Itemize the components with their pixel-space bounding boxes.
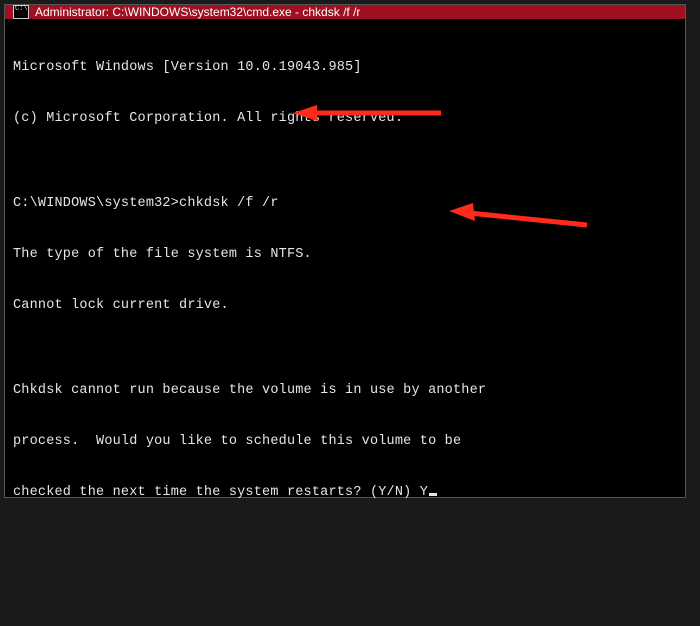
msg-line-3: checked the next time the system restart… — [13, 484, 677, 501]
msg-line-1: Chkdsk cannot run because the volume is … — [13, 382, 677, 399]
msg-line-2: process. Would you like to schedule this… — [13, 433, 677, 450]
copyright-line: (c) Microsoft Corporation. All rights re… — [13, 110, 677, 127]
terminal-area[interactable]: Microsoft Windows [Version 10.0.19043.98… — [5, 19, 685, 626]
prompt-line: C:\WINDOWS\system32>chkdsk /f /r — [13, 195, 677, 212]
fs-type-line: The type of the file system is NTFS. — [13, 246, 677, 263]
version-line: Microsoft Windows [Version 10.0.19043.98… — [13, 59, 677, 76]
lock-line: Cannot lock current drive. — [13, 297, 677, 314]
user-input: Y — [420, 485, 428, 500]
titlebar[interactable]: Administrator: C:\WINDOWS\system32\cmd.e… — [5, 5, 685, 19]
text-cursor — [429, 493, 437, 496]
confirm-prompt: checked the next time the system restart… — [13, 485, 420, 500]
window-title: Administrator: C:\WINDOWS\system32\cmd.e… — [35, 5, 360, 19]
cmd-window: Administrator: C:\WINDOWS\system32\cmd.e… — [4, 4, 686, 498]
cmd-system-icon[interactable] — [13, 5, 29, 19]
